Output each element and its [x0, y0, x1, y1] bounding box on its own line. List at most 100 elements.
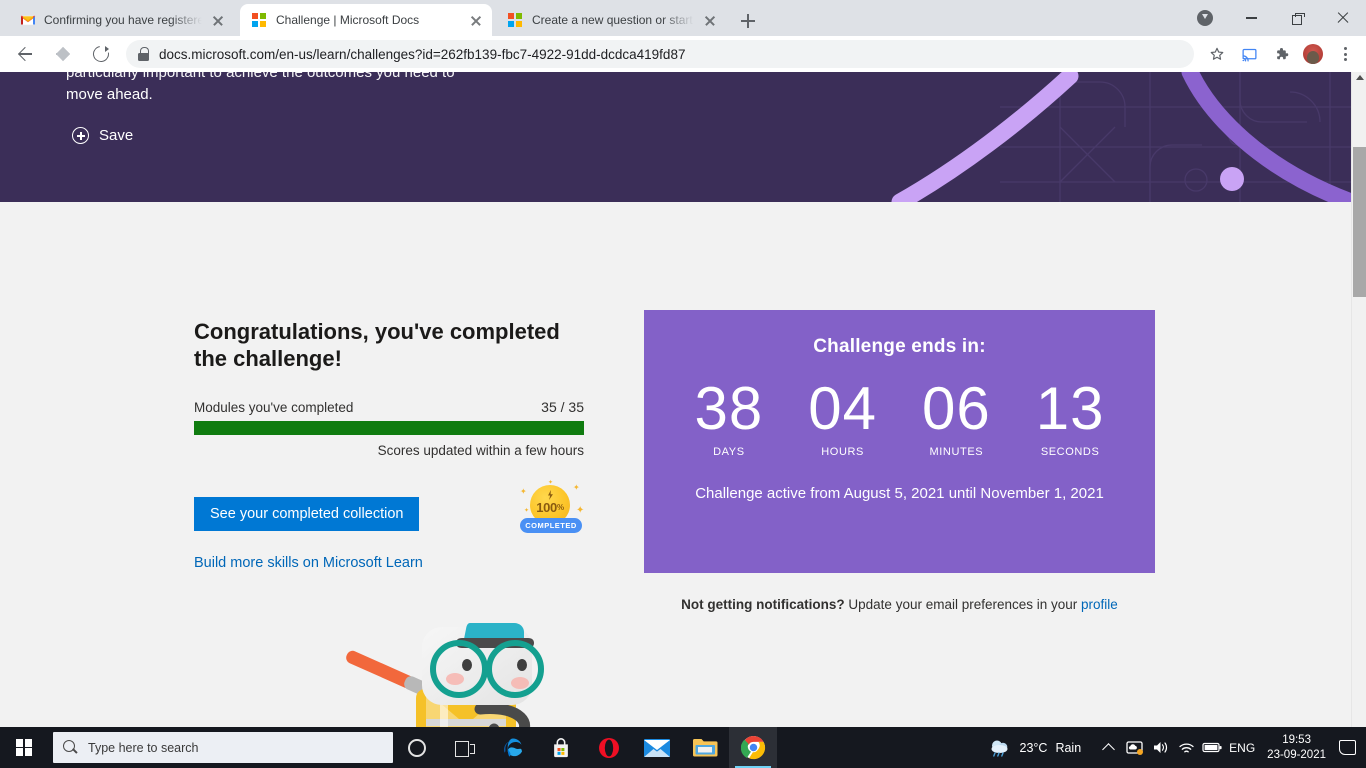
window-controls: [1182, 0, 1366, 36]
action-center-icon[interactable]: [1334, 727, 1360, 768]
countdown-label: SECONDS: [1040, 446, 1100, 458]
badge-percent-sign: %: [556, 503, 564, 512]
rain-cloud-icon: [991, 740, 1008, 757]
page-viewport: particularly important to achieve the ou…: [0, 72, 1366, 727]
browser-tab-0[interactable]: Confirming you have registered f: [8, 4, 234, 36]
hero-text: move ahead.: [66, 86, 153, 103]
reload-button[interactable]: [85, 38, 117, 70]
windows-logo-icon: [15, 739, 33, 756]
mail-icon[interactable]: [633, 727, 681, 768]
cast-icon[interactable]: [1234, 39, 1264, 69]
system-tray: 23°C Rain ENG 19:53 23-09-2021: [988, 727, 1366, 768]
language-indicator[interactable]: ENG: [1225, 727, 1259, 768]
hero-clipped-line: particularly important to achieve the ou…: [66, 72, 455, 81]
progress-bar: [194, 421, 584, 435]
countdown-value: 04: [808, 375, 877, 442]
weather-condition: Rain: [1055, 740, 1082, 755]
weather-widget[interactable]: 23°C Rain: [988, 738, 1082, 758]
countdown-value: 06: [922, 375, 991, 442]
page-title: Congratulations, you've completed the ch…: [194, 319, 560, 371]
progress-label: Modules you've completed: [194, 400, 354, 415]
countdown-unit-days: 38 DAYS: [679, 375, 779, 459]
tab-title: Challenge | Microsoft Docs: [276, 13, 420, 27]
chrome-menu-icon[interactable]: [1330, 39, 1360, 69]
microsoft-icon: [508, 12, 524, 28]
restore-icon[interactable]: [1274, 2, 1320, 34]
progress-bar-fill: [194, 421, 584, 435]
badge-percent: 100: [536, 500, 557, 515]
url-text: docs.microsoft.com/en-us/learn/challenge…: [159, 46, 686, 62]
browser-window: Confirming you have registered f Challen…: [0, 0, 1366, 727]
file-explorer-icon[interactable]: [681, 727, 729, 768]
search-placeholder: Type here to search: [88, 740, 199, 755]
start-button[interactable]: [0, 727, 48, 768]
page-scrollbar[interactable]: [1351, 72, 1366, 727]
back-button[interactable]: [9, 38, 41, 70]
hero-banner: particularly important to achieve the ou…: [0, 72, 1351, 202]
task-view-icon[interactable]: [441, 727, 489, 768]
page-content: Congratulations, you've completed the ch…: [0, 202, 1351, 727]
countdown-card: Challenge ends in: 38 DAYS 04 HOURS 06 M…: [644, 310, 1155, 573]
battery-icon[interactable]: [1199, 727, 1225, 768]
progress-count: 35 / 35: [541, 399, 584, 415]
star-icon[interactable]: [1202, 39, 1232, 69]
microsoft-store-icon[interactable]: [537, 727, 585, 768]
sparkle-icon: ✦: [576, 505, 585, 516]
address-bar[interactable]: docs.microsoft.com/en-us/learn/challenge…: [126, 40, 1194, 68]
close-icon[interactable]: [702, 12, 718, 28]
taskbar-clock[interactable]: 19:53 23-09-2021: [1259, 733, 1334, 763]
cta-row: See your completed collection ✦ ✦ ✦ ✦ ✦ …: [194, 480, 584, 545]
cortana-icon[interactable]: [393, 727, 441, 768]
close-icon[interactable]: [210, 12, 226, 28]
taskbar-search-input[interactable]: Type here to search: [53, 732, 393, 763]
countdown-unit-minutes: 06 MINUTES: [906, 375, 1006, 459]
countdown-label: MINUTES: [929, 446, 984, 458]
scroll-up-arrow-icon[interactable]: [1356, 75, 1364, 80]
gmail-icon: [20, 12, 36, 28]
build-more-skills-link[interactable]: Build more skills on Microsoft Learn: [194, 555, 584, 571]
download-badge-icon[interactable]: [1182, 2, 1228, 34]
countdown-unit-hours: 04 HOURS: [793, 375, 893, 459]
notification-text: Update your email preferences in your: [844, 597, 1082, 612]
microsoft-icon: [252, 12, 268, 28]
profile-avatar[interactable]: [1298, 39, 1328, 69]
browser-tab-2[interactable]: Create a new question or start a: [496, 4, 726, 36]
plus-circle-icon: [72, 127, 89, 144]
google-chrome-icon[interactable]: [729, 727, 777, 768]
show-hidden-icons-chevron[interactable]: [1095, 727, 1121, 768]
minimize-icon[interactable]: [1228, 2, 1274, 34]
tab-title: Confirming you have registered f: [44, 13, 202, 27]
weather-temperature: 23°C: [1019, 740, 1048, 755]
scrollbar-thumb[interactable]: [1353, 147, 1366, 297]
browser-tab-1[interactable]: Challenge | Microsoft Docs: [240, 4, 492, 36]
countdown-value: 38: [694, 375, 764, 442]
save-button[interactable]: Save: [72, 127, 133, 144]
notification-bold: Not getting notifications?: [681, 597, 845, 612]
tab-title: Create a new question or start a: [532, 13, 694, 27]
progress-note: Scores updated within a few hours: [377, 443, 584, 458]
profile-link[interactable]: profile: [1081, 597, 1118, 612]
progress-row: Modules you've completed 35 / 35: [194, 399, 584, 415]
robot-mascot-illustration: [330, 617, 590, 727]
sparkle-icon: ✦: [573, 483, 580, 492]
countdown-label: HOURS: [821, 446, 864, 458]
network-icon[interactable]: [1173, 727, 1199, 768]
countdown-value: 13: [1035, 375, 1105, 442]
countdown-label: DAYS: [713, 446, 745, 458]
new-tab-button[interactable]: [735, 8, 761, 34]
lock-icon: [138, 47, 149, 61]
close-icon[interactable]: [1320, 2, 1366, 34]
microsoft-edge-icon[interactable]: [489, 727, 537, 768]
forward-button[interactable]: [47, 38, 79, 70]
see-completed-collection-button[interactable]: See your completed collection: [194, 497, 420, 531]
onedrive-icon[interactable]: [1121, 727, 1147, 768]
completion-badge: ✦ ✦ ✦ ✦ ✦ 100% COMPLETED: [518, 480, 585, 539]
challenge-active-range: Challenge active from August 5, 2021 unt…: [695, 485, 1104, 502]
volume-icon[interactable]: [1147, 727, 1173, 768]
extensions-puzzle-icon[interactable]: [1266, 39, 1296, 69]
opera-icon[interactable]: [585, 727, 633, 768]
tab-strip: Confirming you have registered f Challen…: [0, 0, 1366, 36]
close-icon[interactable]: [468, 12, 484, 28]
notification-preferences-text: Not getting notifications? Update your e…: [644, 597, 1155, 612]
completion-panel: Congratulations, you've completed the ch…: [194, 318, 584, 571]
